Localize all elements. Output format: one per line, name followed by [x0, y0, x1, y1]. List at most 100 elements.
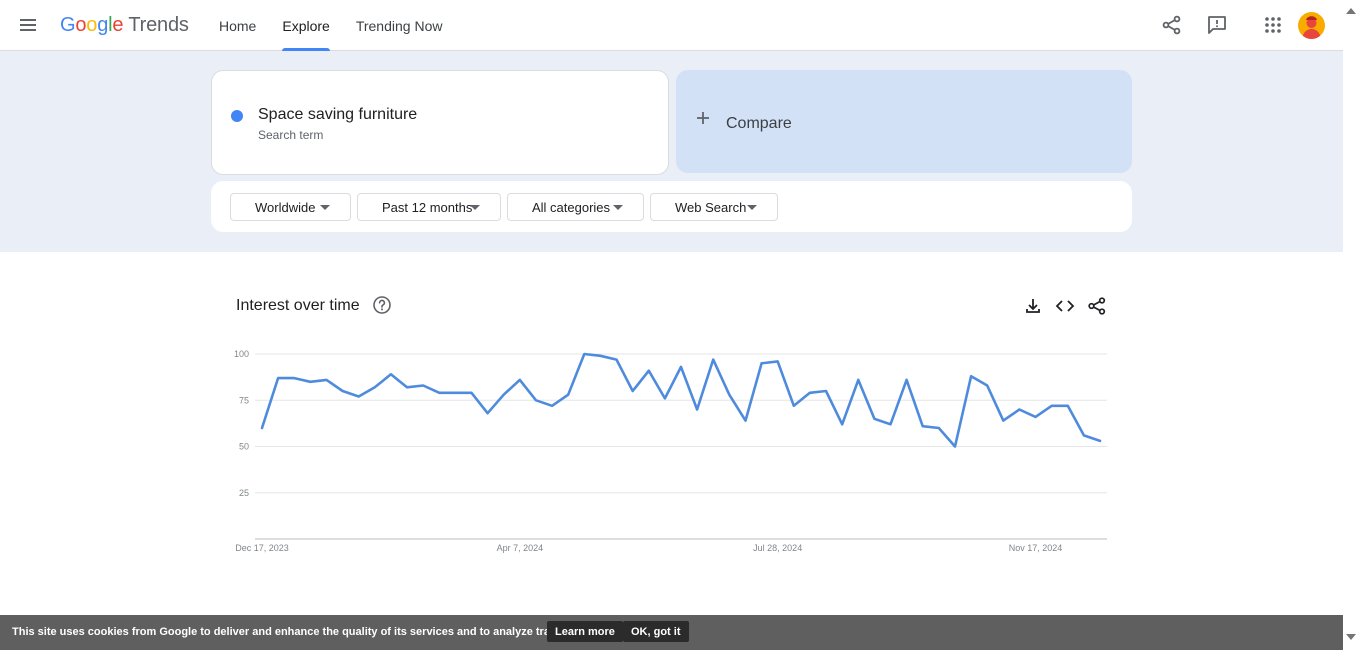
search-term-name[interactable]: Space saving furniture [258, 106, 417, 124]
term-color-dot [231, 110, 243, 122]
vertical-scrollbar[interactable] [1343, 0, 1358, 650]
y-tick-label: 75 [239, 395, 249, 405]
data-point [421, 383, 425, 387]
data-point [1034, 415, 1038, 419]
data-point [389, 372, 393, 376]
data-point [260, 426, 264, 430]
caret-down-icon [747, 205, 757, 210]
x-tick-label: Nov 17, 2024 [1009, 543, 1063, 553]
ok-got-it-button[interactable]: OK, got it [623, 621, 689, 642]
data-point [598, 354, 602, 358]
nav-home[interactable]: Home [206, 0, 269, 51]
data-point [582, 352, 586, 356]
data-point [357, 395, 361, 399]
learn-more-button[interactable]: Learn more [547, 621, 623, 642]
data-point [486, 411, 490, 415]
data-point [1017, 408, 1021, 412]
caret-down-icon [470, 205, 480, 210]
interest-over-time-card: 25 50 75 100 Dec 17, 2023 Apr 7, 2024 Jul 28, … [211, 272, 1132, 611]
search-term-type: Search term [258, 128, 324, 142]
data-point [937, 426, 941, 430]
data-point [1082, 433, 1086, 437]
avatar[interactable] [1298, 12, 1325, 39]
data-point [760, 361, 764, 365]
data-point [727, 393, 731, 397]
filter-category-label: All categories [532, 199, 611, 215]
data-point [856, 378, 860, 382]
filter-search-type[interactable]: Web Search [650, 193, 778, 221]
data-point [921, 424, 925, 428]
data-point [470, 391, 474, 395]
top-app-bar: Google Trends Home Explore Trending Now [0, 0, 1343, 51]
x-tick-label: Apr 7, 2024 [497, 543, 544, 553]
plus-icon [697, 112, 709, 124]
google-trends-logo[interactable]: Google Trends [60, 14, 189, 37]
data-point [1066, 404, 1070, 408]
share-icon[interactable] [1160, 13, 1184, 37]
data-point [953, 445, 957, 449]
filter-region[interactable]: Worldwide [230, 193, 351, 221]
data-point [969, 374, 973, 378]
help-icon[interactable] [372, 295, 392, 315]
data-point [889, 422, 893, 426]
caret-down-icon [320, 205, 330, 210]
data-point [292, 376, 296, 380]
search-term-card[interactable]: Space saving furniture Search term [211, 70, 669, 175]
data-point [276, 376, 280, 380]
data-point [872, 417, 876, 421]
chart-title: Interest over time [236, 297, 360, 314]
embed-icon[interactable] [1055, 296, 1075, 316]
scroll-up-arrow-icon[interactable] [1346, 8, 1356, 14]
data-point [1050, 404, 1054, 408]
cookie-message: This site uses cookies from Google to de… [12, 626, 570, 638]
cookie-banner: This site uses cookies from Google to de… [0, 615, 1343, 650]
data-point [776, 359, 780, 363]
data-point [1098, 439, 1102, 443]
data-point [534, 398, 538, 402]
compare-label: Compare [726, 115, 792, 132]
main-nav: Home Explore Trending Now [206, 0, 455, 51]
data-point [663, 396, 667, 400]
filter-region-label: Worldwide [255, 199, 316, 215]
data-point [550, 404, 554, 408]
data-point [566, 393, 570, 397]
data-point [808, 391, 812, 395]
data-point [840, 422, 844, 426]
data-point [405, 385, 409, 389]
download-icon[interactable] [1023, 296, 1043, 316]
data-point [695, 408, 699, 412]
data-point [615, 358, 619, 362]
data-point [437, 391, 441, 395]
filter-search-type-label: Web Search [675, 199, 747, 215]
data-point [341, 389, 345, 393]
data-point [824, 389, 828, 393]
data-point [324, 378, 328, 382]
data-point [631, 389, 635, 393]
x-tick-label: Dec 17, 2023 [235, 543, 289, 553]
data-point [792, 404, 796, 408]
scroll-down-arrow-icon[interactable] [1346, 634, 1356, 640]
data-point [502, 393, 506, 397]
filter-time-range[interactable]: Past 12 months [357, 193, 501, 221]
data-point [985, 383, 989, 387]
data-point [905, 378, 909, 382]
filter-bar: Worldwide Past 12 months All categories … [211, 181, 1132, 232]
share-icon[interactable] [1087, 296, 1107, 316]
data-point [518, 378, 522, 382]
y-tick-label: 100 [234, 349, 249, 359]
nav-explore[interactable]: Explore [269, 0, 342, 51]
data-point [308, 380, 312, 384]
data-point [647, 369, 651, 373]
menu-icon[interactable] [16, 13, 40, 37]
data-point [453, 391, 457, 395]
apps-icon[interactable] [1261, 13, 1285, 37]
filter-time-label: Past 12 months [382, 199, 473, 215]
x-tick-label: Jul 28, 2024 [753, 543, 802, 553]
feedback-icon[interactable] [1205, 13, 1229, 37]
compare-button[interactable]: Compare [676, 70, 1132, 173]
data-point [679, 365, 683, 369]
nav-trending-now[interactable]: Trending Now [343, 0, 456, 51]
caret-down-icon [613, 205, 623, 210]
filter-category[interactable]: All categories [507, 193, 644, 221]
interest-over-time-chart: 25 50 75 100 Dec 17, 2023 Apr 7, 2024 Jul 28, … [234, 349, 1107, 553]
